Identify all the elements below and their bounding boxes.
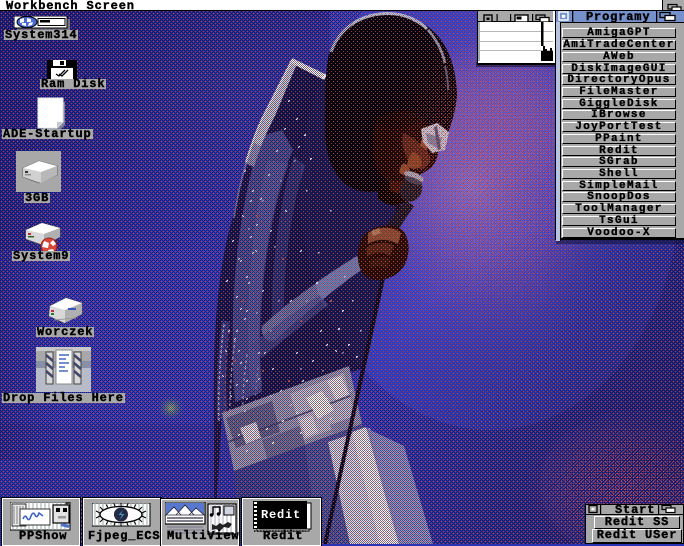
svg-text:Redit: Redit [261,508,301,522]
